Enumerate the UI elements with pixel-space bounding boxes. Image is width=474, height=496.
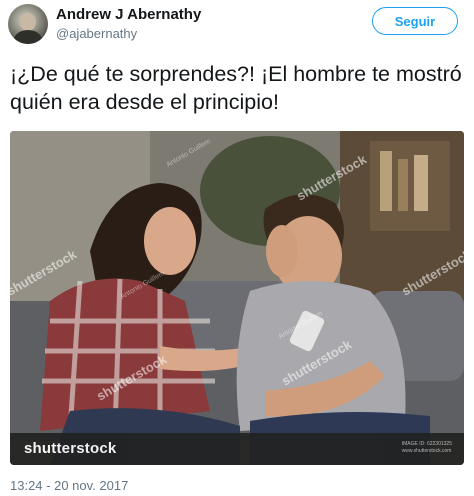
photo-scene: shutterstock shutterstock shutterstock s… [10,131,464,465]
tweet-photo[interactable]: shutterstock shutterstock shutterstock s… [10,131,464,465]
author-handle[interactable]: @ajabernathy [56,26,137,41]
image-id-label: IMAGE ID: 622301325 www.shutterstock.com [402,441,452,455]
author-name[interactable]: Andrew J Abernathy [56,6,201,23]
shutterstock-logo: shutterstock [24,440,117,457]
image-id: IMAGE ID: 622301325 [401,441,452,447]
follow-button[interactable]: Seguir [372,7,458,35]
tweet-timestamp[interactable]: 13:24 - 20 nov. 2017 [10,478,128,493]
tweet-header: Andrew J Abernathy @ajabernathy Seguir [8,2,466,46]
image-site: www.shutterstock.com [401,448,452,454]
avatar[interactable] [8,4,48,44]
tweet-text: ¡¿De qué te sorprendes?! ¡El hombre te m… [10,62,462,114]
watermark-bar: shutterstock IMAGE ID: 622301325 www.shu… [10,433,464,465]
